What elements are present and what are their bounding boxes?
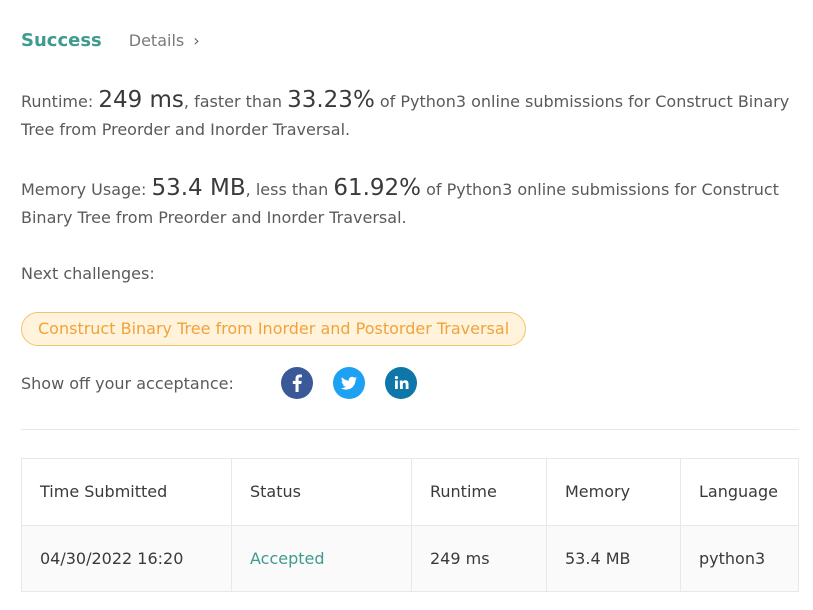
chevron-right-icon: › [193,31,200,50]
runtime-value: 249 ms [98,87,184,113]
share-row: Show off your acceptance: [21,366,437,400]
twitter-icon[interactable] [333,367,365,399]
cell-language: python3 [699,548,766,568]
column-header-language: Language [680,459,798,526]
facebook-icon[interactable] [281,367,313,399]
column-header-time: Time Submitted [22,459,232,526]
column-header-runtime: Runtime [411,459,547,526]
linkedin-icon[interactable] [385,367,417,399]
details-link[interactable]: Details › [129,31,200,50]
runtime-stat: Runtime: 249 ms, faster than 33.23% of P… [21,86,791,144]
table-row: 04/30/2022 16:20 Accepted 249 ms 53.4 MB… [22,525,798,591]
runtime-label: Runtime: [21,92,99,111]
cell-time: 04/30/2022 16:20 [22,525,232,591]
column-header-status: Status [231,459,412,526]
next-challenges-label: Next challenges: [21,264,155,283]
cell-runtime: 249 ms [411,525,547,591]
details-label: Details [128,31,185,50]
memory-stat: Memory Usage: 53.4 MB, less than 61.92% … [21,174,791,232]
next-challenge-tag[interactable]: Construct Binary Tree from Inorder and P… [21,312,527,346]
runtime-percentile: 33.23% [287,87,375,113]
submissions-table: Time Submitted Status Runtime Memory Lan… [21,458,799,592]
memory-comparison: , less than [245,180,334,199]
memory-percentile: 61.92% [333,175,422,201]
status-title: Success [21,30,102,51]
memory-label: Memory Usage: [21,180,152,199]
divider [21,429,799,430]
result-header: Success Details › [21,30,200,51]
cell-memory: 53.4 MB [546,525,681,591]
runtime-comparison: , faster than [183,92,288,111]
share-label: Show off your acceptance: [21,373,234,393]
cell-status-accepted[interactable]: Accepted [231,525,412,591]
memory-value: 53.4 MB [151,175,246,201]
column-header-memory: Memory [546,459,681,526]
table-header-row: Time Submitted Status Runtime Memory Lan… [22,459,798,526]
